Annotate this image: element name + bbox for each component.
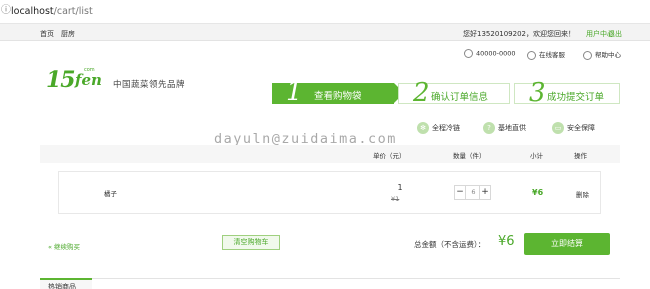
original-price: ¥1 (391, 195, 400, 203)
snowflake-icon: ✻ (417, 122, 429, 134)
url-path: /cart/list (53, 6, 93, 17)
nav-home-link[interactable]: 首页 (40, 29, 54, 39)
decrease-button[interactable]: − (455, 186, 466, 199)
total-label: 总金额（不含运费）： (414, 240, 486, 249)
chat-label: 在线客服 (539, 51, 565, 59)
step-confirm-order: 2 确认订单信息 (398, 78, 510, 108)
tab-hot-products[interactable]: 热销商品 (40, 278, 92, 289)
service-phone: 40000-0000 (464, 49, 516, 58)
logout-link[interactable]: 退出 (608, 29, 622, 39)
row-subtotal: ¥6 (532, 188, 544, 197)
help-icon (583, 50, 592, 60)
url-host: localhost (11, 6, 54, 17)
step-submit-order: 3 成功提交订单 (514, 78, 620, 108)
header-op: 操作 (574, 152, 587, 160)
product-name[interactable]: 橘子 (104, 188, 117, 198)
info-icon[interactable]: ⓘ (1, 5, 11, 17)
step-view-bag: 1 查看购物袋 (272, 77, 404, 107)
step-number: 1 (286, 77, 303, 107)
top-nav: 首页 厨房 您好13520109202，欢迎您回来！ 用户中心 退出 (0, 24, 650, 41)
step-number: 2 (413, 78, 430, 108)
step-label: 查看购物袋 (314, 91, 362, 102)
logo-number: 15 (46, 67, 76, 93)
cart-row: 橘子 1 ¥1 − 6 + ¥6 删除 (58, 171, 601, 214)
quantity-stepper[interactable]: − 6 + (454, 185, 491, 200)
delete-link[interactable]: 删除 (576, 189, 589, 199)
logo-brand: fen (75, 71, 102, 89)
service-chat[interactable]: 在线客服 (527, 49, 565, 60)
total-amount: ¥6 (498, 234, 515, 249)
chat-icon (527, 50, 536, 60)
increase-button[interactable]: + (479, 186, 490, 199)
help-label: 帮助中心 (595, 51, 621, 59)
checkout-steps: 1 查看购物袋 2 确认订单信息 3 成功提交订单 (272, 77, 620, 108)
feature-label: 全程冷链 (432, 124, 460, 132)
header-price: 单价（元） (373, 152, 406, 160)
browser-address-bar[interactable]: ⓘ localhost/cart/list (0, 0, 650, 24)
checkout-button[interactable]: 立即结算 (524, 233, 610, 255)
url-text[interactable]: localhost/cart/list (11, 6, 93, 17)
step-label: 确认订单信息 (431, 92, 489, 103)
feature-label: 基地直供 (498, 124, 526, 132)
hot-products-section: 热销商品 (40, 278, 620, 289)
step-number: 3 (529, 78, 546, 108)
feature-safety: ▭ 安全保障 (552, 122, 595, 134)
feature-label: 安全保障 (567, 124, 595, 132)
header-qty: 数量（件） (453, 152, 486, 160)
logo-slogan: 中国蔬菜领先品牌 (113, 80, 186, 90)
nav-kitchen-link[interactable]: 厨房 (61, 29, 75, 39)
cart-table-header: 单价（元） 数量（件） 小计 操作 (40, 145, 620, 163)
phone-icon (464, 49, 473, 58)
feature-cold-chain: ✻ 全程冷链 (417, 122, 460, 134)
page-main: 40000-0000 在线客服 帮助中心 15 com fen 中国蔬菜领先品牌… (0, 41, 650, 289)
feature-farm-direct: ? 基地直供 (483, 122, 526, 134)
phone-number: 40000-0000 (476, 49, 516, 58)
shield-icon: ▭ (552, 122, 564, 134)
clear-cart-button[interactable]: 清空购物车 (222, 235, 280, 250)
continue-shopping-link[interactable]: « 继续购买 (48, 241, 80, 251)
welcome-text: 您好13520109202，欢迎您回来！ (463, 30, 575, 38)
site-logo[interactable]: 15 com fen 中国蔬菜领先品牌 (46, 67, 206, 97)
step-label: 成功提交订单 (547, 92, 605, 103)
service-help[interactable]: 帮助中心 (583, 49, 621, 60)
unit-price: 1 (397, 183, 403, 192)
leaf-icon: ? (483, 122, 495, 134)
header-subtotal: 小计 (530, 152, 543, 160)
